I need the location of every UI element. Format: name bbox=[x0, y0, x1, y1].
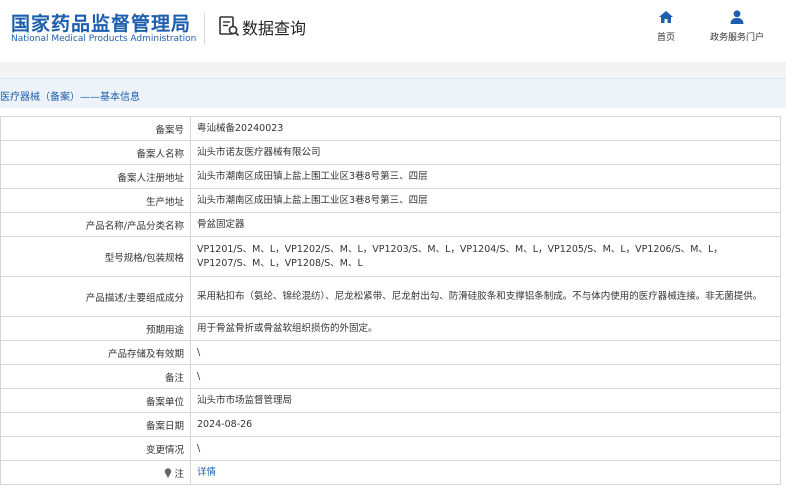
storage-and-validity: \ bbox=[190, 340, 781, 365]
filer-registered-address: 汕头市潮南区成田镇上盐上围工业区3巷8号第三、四层 bbox=[190, 164, 781, 189]
table-row: 备案人名称 汕头市诺友医疗器械有限公司 bbox=[0, 140, 781, 165]
row-label: 备案人注册地址 bbox=[0, 164, 191, 189]
filing-date: 2024-08-26 bbox=[190, 412, 781, 437]
row-label: 产品存储及有效期 bbox=[0, 340, 191, 365]
table-row: 产品名称/产品分类名称 骨盆固定器 bbox=[0, 212, 781, 237]
row-label: 注 bbox=[174, 468, 184, 480]
filing-authority: 汕头市市场监督管理局 bbox=[190, 388, 781, 413]
table-row: 注 详情 bbox=[0, 460, 781, 485]
org-name-cn[interactable]: 国家药品监督管理局 bbox=[11, 9, 191, 36]
table-row: 备注 \ bbox=[0, 364, 781, 389]
row-label: 型号规格/包装规格 bbox=[0, 236, 191, 277]
table-row: 备案日期 2024-08-26 bbox=[0, 412, 781, 437]
filing-number: 粤汕械备20240023 bbox=[190, 116, 781, 141]
row-label: 备案号 bbox=[0, 116, 191, 141]
row-label: 备注 bbox=[0, 364, 191, 389]
site-header: 国家药品监督管理局 National Medical Products Admi… bbox=[0, 0, 786, 62]
data-query-title: 数据查询 bbox=[242, 19, 307, 38]
table-row: 变更情况 \ bbox=[0, 436, 781, 461]
nav-government-services-portal[interactable]: 政务服务门户 bbox=[703, 9, 771, 43]
row-label: 预期用途 bbox=[0, 316, 191, 341]
header-divider-band bbox=[0, 62, 786, 78]
details-cell: 详情 bbox=[190, 460, 781, 485]
note-label-cell: 注 bbox=[0, 460, 191, 485]
product-name: 骨盆固定器 bbox=[190, 212, 781, 237]
row-label: 备案日期 bbox=[0, 412, 191, 437]
table-row: 型号规格/包装规格 VP1201/S、M、L，VP1202/S、M、L，VP12… bbox=[0, 236, 781, 277]
product-description: 采用粘扣布（氨纶、锦纶混纺）、尼龙松紧带、尼龙射出勾、防滑硅胶条和支撑铝条制成。… bbox=[190, 276, 781, 317]
pin-icon bbox=[165, 467, 172, 478]
nav-home-label: 首页 bbox=[656, 33, 675, 43]
row-label: 产品名称/产品分类名称 bbox=[0, 212, 191, 237]
intended-use: 用于骨盆骨折或骨盆软组织损伤的外固定。 bbox=[190, 316, 781, 341]
nav-portal-label: 政务服务门户 bbox=[709, 33, 764, 43]
model-specifications: VP1201/S、M、L，VP1202/S、M、L，VP1203/S、M、L，V… bbox=[190, 236, 781, 277]
row-label: 产品描述/主要组成成分 bbox=[0, 276, 191, 317]
logo-divider bbox=[204, 13, 205, 45]
home-icon bbox=[659, 11, 673, 23]
row-label: 备案单位 bbox=[0, 388, 191, 413]
row-label: 生产地址 bbox=[0, 188, 191, 213]
table-row: 产品存储及有效期 \ bbox=[0, 340, 781, 365]
nav-home[interactable]: 首页 bbox=[651, 9, 681, 43]
breadcrumb: 医疗器械（备案）——基本信息 bbox=[0, 92, 140, 103]
breadcrumb-bar: 医疗器械（备案）——基本信息 bbox=[0, 78, 786, 108]
table-row: 产品描述/主要组成成分 采用粘扣布（氨纶、锦纶混纺）、尼龙松紧带、尼龙射出勾、防… bbox=[0, 276, 781, 317]
table-row: 备案人注册地址 汕头市潮南区成田镇上盐上围工业区3巷8号第三、四层 bbox=[0, 164, 781, 189]
document-search-icon bbox=[219, 16, 240, 37]
production-address: 汕头市潮南区成田镇上盐上围工业区3巷8号第三、四层 bbox=[190, 188, 781, 213]
change-status: \ bbox=[190, 436, 781, 461]
row-label: 备案人名称 bbox=[0, 140, 191, 165]
details-link[interactable]: 详情 bbox=[197, 467, 216, 478]
table-row: 预期用途 用于骨盆骨折或骨盆软组织损伤的外固定。 bbox=[0, 316, 781, 341]
table-row: 备案号 粤汕械备20240023 bbox=[0, 116, 781, 141]
org-name-en: National Medical Products Administration bbox=[11, 34, 197, 44]
table-row: 备案单位 汕头市市场监督管理局 bbox=[0, 388, 781, 413]
filer-name: 汕头市诺友医疗器械有限公司 bbox=[190, 140, 781, 165]
row-label: 变更情况 bbox=[0, 436, 191, 461]
remarks: \ bbox=[190, 364, 781, 389]
table-row: 生产地址 汕头市潮南区成田镇上盐上围工业区3巷8号第三、四层 bbox=[0, 188, 781, 213]
record-detail-table: 备案号 粤汕械备20240023 备案人名称 汕头市诺友医疗器械有限公司 备案人… bbox=[0, 116, 781, 485]
user-icon bbox=[730, 10, 744, 24]
